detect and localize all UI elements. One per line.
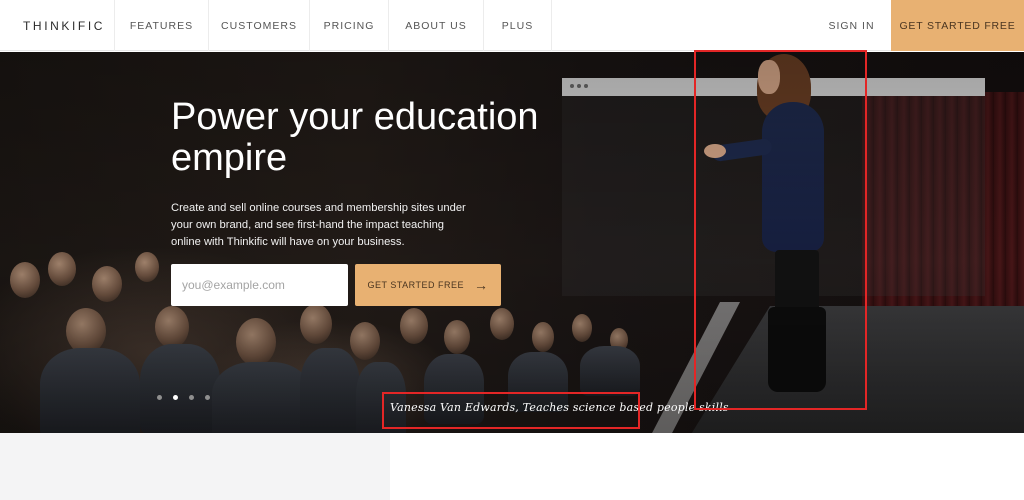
slide-dot-4[interactable] <box>205 395 210 400</box>
hero-description: Create and sell online courses and membe… <box>171 202 466 248</box>
nav-get-started-button[interactable]: GET STARTED FREE <box>891 0 1024 51</box>
speaker-highlight-box <box>694 50 867 410</box>
slide-dot-2[interactable] <box>173 395 178 400</box>
slide-dot-1[interactable] <box>157 395 162 400</box>
arrow-right-icon: → <box>474 277 489 293</box>
nav-item-features[interactable]: FEATURES <box>115 0 209 51</box>
top-nav: THINKIFIC FEATURES CUSTOMERS PRICING ABO… <box>0 0 1024 51</box>
logo[interactable]: THINKIFIC <box>0 0 115 51</box>
hero-get-started-button[interactable]: GET STARTED FREE → <box>355 264 501 306</box>
nav-item-about-us[interactable]: ABOUT US <box>389 0 484 51</box>
section-below-right <box>390 433 1024 500</box>
nav-item-pricing[interactable]: PRICING <box>310 0 389 51</box>
nav-item-customers[interactable]: CUSTOMERS <box>209 0 310 51</box>
slide-dot-3[interactable] <box>189 395 194 400</box>
nav-item-plus[interactable]: PLUS <box>484 0 552 51</box>
caption-highlight-box <box>382 392 640 429</box>
hero-cta-label: GET STARTED FREE <box>367 280 464 290</box>
slide-indicators <box>157 395 210 400</box>
hero-title: Power your education empire <box>171 96 539 179</box>
hero-banner: Power your education empire Create and s… <box>0 52 1024 433</box>
email-input[interactable] <box>171 264 348 306</box>
sign-in-link[interactable]: SIGN IN <box>812 0 891 51</box>
section-below-left <box>0 433 390 500</box>
